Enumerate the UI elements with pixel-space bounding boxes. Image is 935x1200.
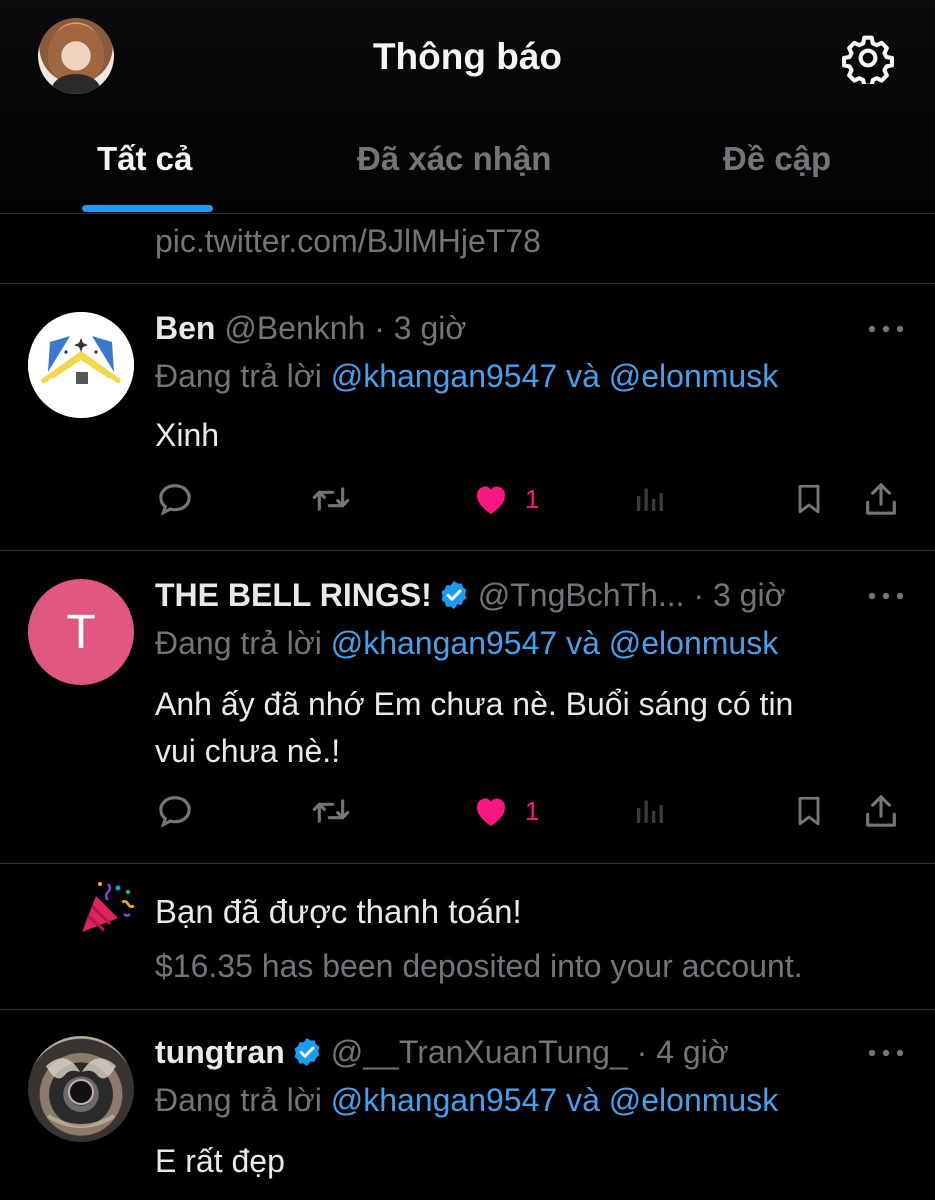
replying-to: Đang trả lời @khangan9547 và @elonmusk — [155, 1082, 778, 1119]
more-icon[interactable] — [866, 1048, 906, 1058]
user-name[interactable]: Ben — [155, 310, 215, 346]
more-icon[interactable] — [866, 324, 906, 334]
retweet-icon — [312, 487, 350, 511]
tab-all[interactable]: Tất cả — [97, 140, 192, 178]
tweet-time: · 3 giờ — [374, 310, 467, 346]
replying-and: và — [566, 625, 600, 661]
tweet-actions: 1 — [155, 788, 915, 834]
more-icon[interactable] — [866, 591, 906, 601]
divider — [0, 863, 935, 864]
avatar-letter: T — [66, 605, 96, 659]
active-tab-indicator — [82, 205, 213, 212]
retweet-icon — [312, 799, 350, 823]
replying-to-label: Đang trả lời — [155, 1082, 322, 1118]
tweet-text: Anh ấy đã nhớ Em chưa nè. Buổi sáng có t… — [155, 681, 895, 775]
views-button[interactable] — [631, 476, 667, 522]
divider — [0, 213, 935, 214]
tweet-header: Ben @Benknh · 3 giờ — [155, 310, 466, 347]
user-avatar[interactable] — [28, 312, 134, 418]
replying-to: Đang trả lời @khangan9547 và @elonmusk — [155, 358, 778, 395]
mention-link[interactable]: @khangan9547 — [331, 358, 557, 394]
tweet-text-line: Anh ấy đã nhớ Em chưa nè. Buổi sáng có t… — [155, 686, 794, 722]
mention-link[interactable]: @elonmusk — [609, 625, 778, 661]
mention-link[interactable]: @elonmusk — [609, 1082, 778, 1118]
tab-mentions[interactable]: Đề cập — [723, 140, 831, 178]
tweet-item[interactable]: Ben @Benknh · 3 giờ Đang trả lời @khanga… — [0, 284, 935, 550]
tweet-header: tungtran @__TranXuanTung_ · 4 giờ — [155, 1034, 729, 1071]
views-button[interactable] — [631, 788, 667, 834]
share-button[interactable] — [861, 788, 901, 834]
payment-subtitle: $16.35 has been deposited into your acco… — [155, 948, 803, 984]
like-button[interactable]: 1 — [471, 476, 539, 522]
top-bar: Thông báo Tất cả Đã xác nhận Đề cập — [0, 0, 935, 214]
house-logo-icon — [28, 312, 134, 418]
user-name[interactable]: tungtran — [155, 1034, 285, 1070]
tweet-text: Xinh — [155, 417, 220, 453]
like-count: 1 — [525, 795, 540, 826]
reply-icon — [159, 796, 191, 828]
reply-button[interactable] — [155, 476, 195, 522]
user-handle[interactable]: @TngBchTh... — [478, 577, 685, 613]
party-popper-icon — [82, 882, 135, 932]
mention-link[interactable]: @khangan9547 — [331, 1082, 557, 1118]
mention-link[interactable]: @elonmusk — [609, 358, 778, 394]
replying-to: Đang trả lời @khangan9547 và @elonmusk — [155, 625, 778, 662]
user-avatar[interactable]: T — [28, 579, 134, 685]
share-icon — [866, 795, 896, 827]
reply-button[interactable] — [155, 788, 195, 834]
reply-icon — [159, 484, 191, 516]
bookmark-button[interactable] — [791, 476, 827, 522]
share-button[interactable] — [861, 476, 901, 522]
user-handle[interactable]: @Benknh — [224, 310, 365, 346]
like-button[interactable]: 1 — [471, 788, 539, 834]
heart-icon — [476, 486, 506, 514]
replying-and: và — [566, 358, 600, 394]
tweet-text-line: vui chưa nè.! — [155, 733, 341, 769]
verified-badge-icon — [441, 581, 467, 609]
user-name[interactable]: THE BELL RINGS! — [155, 577, 432, 613]
like-count: 1 — [525, 483, 540, 514]
tweet-header: THE BELL RINGS! @TngBchTh... · 3 giờ — [155, 577, 786, 614]
page-title: Thông báo — [372, 36, 563, 77]
retweet-button[interactable] — [309, 788, 353, 834]
tweet-link[interactable]: pic.twitter.com/BJlMHjeT78 — [155, 223, 541, 260]
bookmark-icon — [798, 484, 820, 514]
tweet-item[interactable]: T THE BELL RINGS! @TngBchTh... · 3 giờ Đa… — [0, 551, 935, 863]
user-avatar[interactable] — [28, 1036, 134, 1142]
views-icon — [637, 800, 663, 823]
tweet-actions: 1 — [155, 476, 915, 522]
mention-link[interactable]: @khangan9547 — [331, 625, 557, 661]
share-icon — [866, 483, 896, 515]
retweet-button[interactable] — [309, 476, 353, 522]
bookmark-button[interactable] — [791, 788, 827, 834]
verified-badge-icon — [294, 1038, 320, 1066]
user-handle[interactable]: @__TranXuanTung_ — [331, 1034, 628, 1070]
gear-icon[interactable] — [842, 32, 894, 84]
tweet-time: · 4 giờ — [636, 1034, 729, 1070]
tweet-text: E rất đẹp — [155, 1143, 285, 1179]
tab-bar: Tất cả Đã xác nhận Đề cập — [0, 130, 935, 214]
heart-icon — [476, 798, 506, 826]
tab-verified[interactable]: Đã xác nhận — [357, 140, 551, 178]
replying-to-label: Đang trả lời — [155, 625, 322, 661]
replying-to-label: Đang trả lời — [155, 358, 322, 394]
bookmark-icon — [798, 796, 820, 826]
payment-title: Bạn đã được thanh toán! — [155, 893, 522, 930]
dragon-avatar-icon — [46, 1058, 116, 1128]
views-icon — [637, 488, 663, 511]
replying-and: và — [566, 1082, 600, 1118]
tweet-time: · 3 giờ — [693, 577, 786, 613]
tweet-item[interactable]: tungtran @__TranXuanTung_ · 4 giờ Đang tr… — [0, 1010, 935, 1200]
